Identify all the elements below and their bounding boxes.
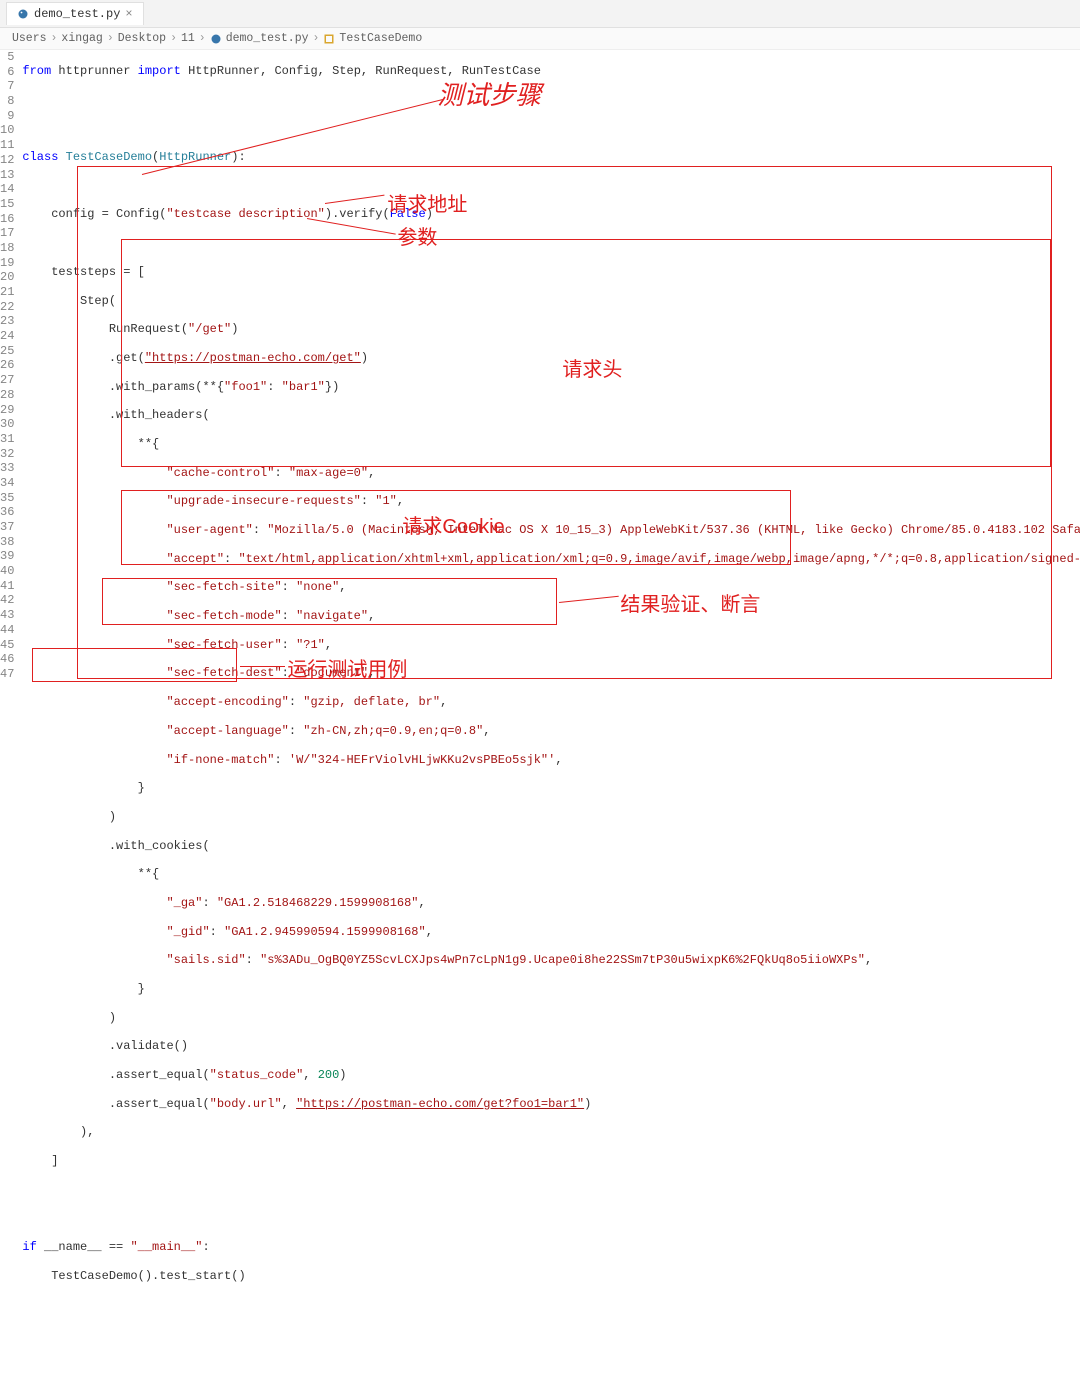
annotation-connector <box>559 596 619 603</box>
line-number: 11 <box>0 138 14 153</box>
line-number: 21 <box>0 285 14 300</box>
line-number: 13 <box>0 168 14 183</box>
breadcrumb-item[interactable]: demo_test.py <box>226 32 309 45</box>
tab-bar: demo_test.py × <box>0 0 1080 28</box>
line-number: 25 <box>0 344 14 359</box>
line-number: 26 <box>0 358 14 373</box>
tab-filename: demo_test.py <box>34 7 120 21</box>
line-number: 40 <box>0 564 14 579</box>
line-number: 6 <box>0 65 14 80</box>
line-number: 43 <box>0 608 14 623</box>
line-number: 28 <box>0 388 14 403</box>
line-number: 18 <box>0 241 14 256</box>
annotation-connector <box>325 195 385 204</box>
line-number: 45 <box>0 638 14 653</box>
line-number: 17 <box>0 226 14 241</box>
line-number: 19 <box>0 256 14 271</box>
line-number: 37 <box>0 520 14 535</box>
line-gutter: 5678910111213141516171819202122232425262… <box>0 50 22 687</box>
code-area[interactable]: from httprunner import HttpRunner, Confi… <box>22 50 1080 687</box>
line-number: 44 <box>0 623 14 638</box>
line-number: 22 <box>0 300 14 315</box>
class-icon <box>323 33 335 45</box>
line-number: 15 <box>0 197 14 212</box>
python-file-icon <box>210 33 222 45</box>
breadcrumb-item[interactable]: Users <box>12 32 47 45</box>
breadcrumb-item[interactable]: 11 <box>181 32 195 45</box>
line-number: 27 <box>0 373 14 388</box>
line-number: 10 <box>0 123 14 138</box>
line-number: 38 <box>0 535 14 550</box>
line-number: 23 <box>0 314 14 329</box>
line-number: 47 <box>0 667 14 682</box>
close-icon[interactable]: × <box>125 7 132 21</box>
line-number: 30 <box>0 417 14 432</box>
python-file-icon <box>17 8 29 20</box>
line-number: 34 <box>0 476 14 491</box>
line-number: 46 <box>0 652 14 667</box>
line-number: 35 <box>0 491 14 506</box>
file-tab[interactable]: demo_test.py × <box>6 2 144 25</box>
breadcrumb-item[interactable]: TestCaseDemo <box>339 32 422 45</box>
line-number: 29 <box>0 403 14 418</box>
line-number: 5 <box>0 50 14 65</box>
line-number: 32 <box>0 447 14 462</box>
breadcrumb: Users› xingag› Desktop› 11› demo_test.py… <box>0 28 1080 50</box>
line-number: 24 <box>0 329 14 344</box>
line-number: 31 <box>0 432 14 447</box>
line-number: 36 <box>0 505 14 520</box>
line-number: 9 <box>0 109 14 124</box>
line-number: 12 <box>0 153 14 168</box>
line-number: 8 <box>0 94 14 109</box>
line-number: 20 <box>0 270 14 285</box>
line-number: 39 <box>0 549 14 564</box>
line-number: 33 <box>0 461 14 476</box>
breadcrumb-item[interactable]: Desktop <box>118 32 166 45</box>
line-number: 16 <box>0 212 14 227</box>
line-number: 14 <box>0 182 14 197</box>
line-number: 42 <box>0 593 14 608</box>
code-editor[interactable]: 5678910111213141516171819202122232425262… <box>0 50 1080 687</box>
line-number: 7 <box>0 79 14 94</box>
line-number: 41 <box>0 579 14 594</box>
breadcrumb-item[interactable]: xingag <box>61 32 102 45</box>
